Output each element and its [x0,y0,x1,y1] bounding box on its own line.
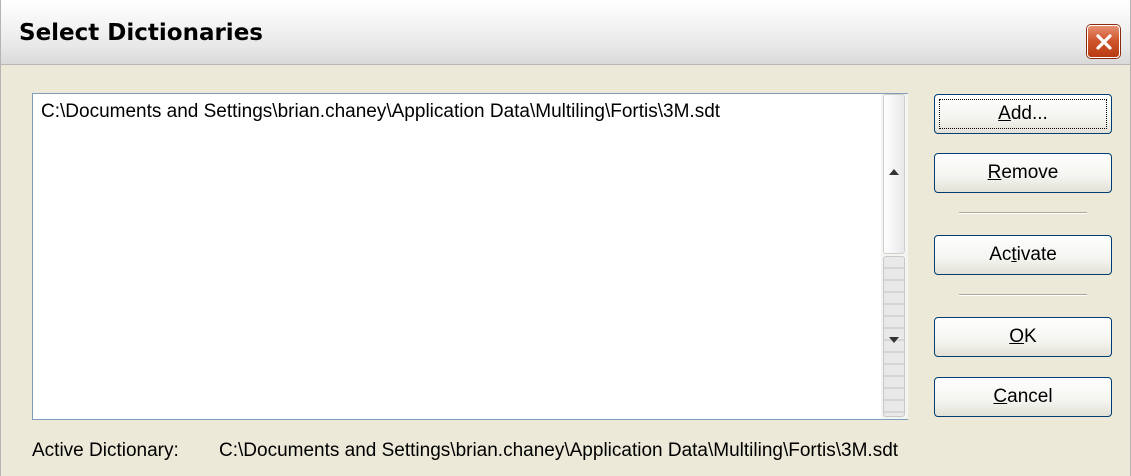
ok-button-label: OK [1009,326,1037,347]
select-dictionaries-dialog: Select Dictionaries C:\Documents and Set… [0,0,1131,476]
close-icon [1094,32,1114,52]
cancel-button[interactable]: Cancel [934,377,1112,417]
ok-button[interactable]: OK [934,317,1112,357]
close-button[interactable] [1087,25,1120,58]
activate-button-label: Activate [989,244,1057,265]
add-button-label: Add... [998,103,1048,124]
scroll-up-arrow-icon[interactable] [888,166,900,178]
active-dictionary-path: C:\Documents and Settings\brian.chaney\A… [219,440,899,461]
add-button[interactable]: Add... [934,94,1112,134]
dictionary-list-item[interactable]: C:\Documents and Settings\brian.chaney\A… [41,101,720,123]
dictionary-listbox[interactable]: C:\Documents and Settings\brian.chaney\A… [32,93,908,420]
listbox-scrollbar[interactable] [881,94,908,419]
active-dictionary-label: Active Dictionary: [32,440,179,461]
cancel-button-label: Cancel [993,386,1053,407]
button-separator [959,212,1087,214]
activate-button[interactable]: Activate [934,235,1112,275]
dialog-title: Select Dictionaries [19,20,263,46]
title-bar[interactable]: Select Dictionaries [1,0,1130,65]
scroll-down-arrow-icon[interactable] [888,334,900,346]
remove-button-label: Remove [987,162,1059,183]
remove-button[interactable]: Remove [934,153,1112,193]
button-separator [959,294,1087,296]
